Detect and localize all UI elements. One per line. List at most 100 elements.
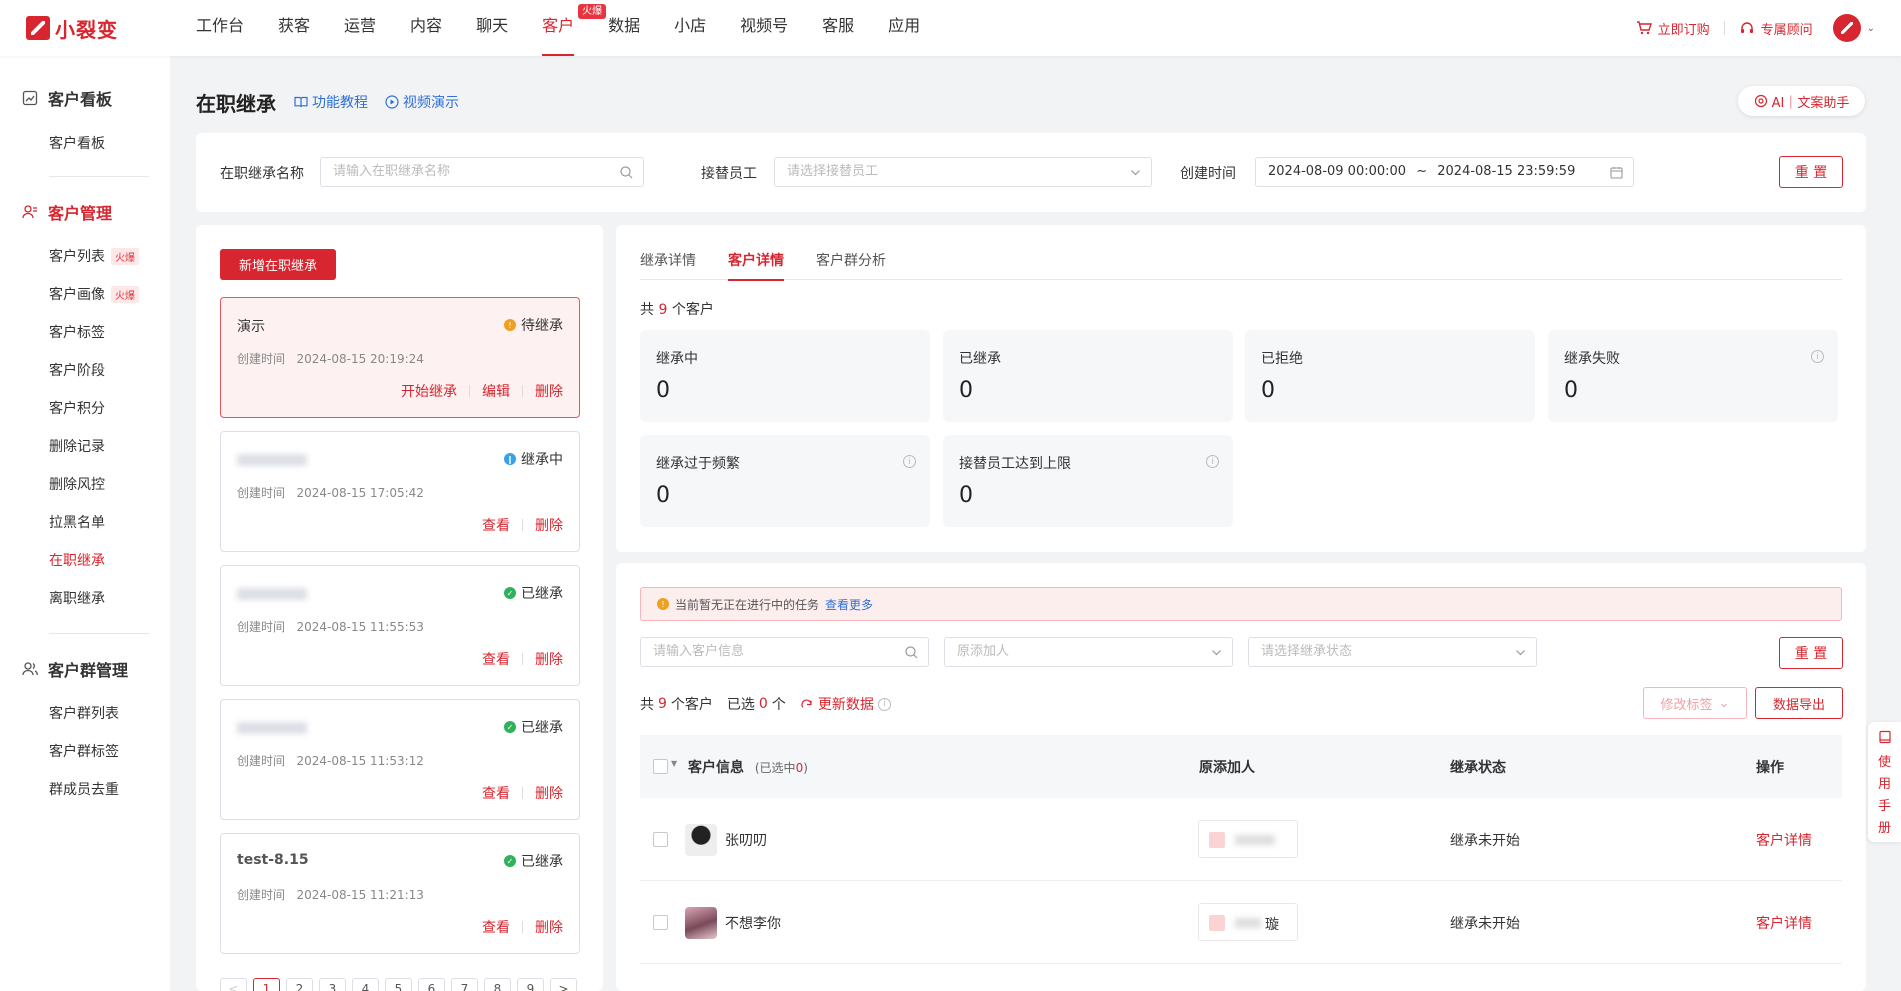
order-link[interactable]: 立即订购 <box>1636 19 1710 38</box>
delete-button[interactable]: 删除 <box>535 917 563 937</box>
page-button[interactable]: 3 <box>319 978 346 991</box>
chevron-down-icon <box>1211 638 1222 669</box>
sidebar-item-delete-records[interactable]: 删除记录 <box>49 436 105 456</box>
sidebar-item-customer-board[interactable]: 客户看板 <box>49 133 105 153</box>
task-card[interactable]: test-8.15 ✓ 已继承 创建时间 2024-08-15 11:21:13… <box>220 833 580 954</box>
nav-item-workbench[interactable]: 工作台 <box>196 0 244 56</box>
tab-customer-detail[interactable]: 客户详情 <box>728 250 784 281</box>
stat-value: 0 <box>656 378 670 403</box>
sidebar-item-customer-tags[interactable]: 客户标签 <box>49 322 105 342</box>
nav-item-data[interactable]: 数据 <box>608 0 640 56</box>
start-inherit-button[interactable]: 开始继承 <box>401 381 457 401</box>
advisor-link[interactable]: 专属顾问 <box>1739 19 1813 38</box>
nav-item-apps[interactable]: 应用 <box>888 0 920 56</box>
nav-item-customer[interactable]: 客户 火爆 <box>542 0 607 56</box>
nav-item-service[interactable]: 客服 <box>822 0 854 56</box>
task-card[interactable]: 演示 ! 待继承 创建时间 2024-08-15 20:19:24 开始继承 编… <box>220 297 580 418</box>
logo[interactable]: 小裂变 <box>26 14 118 42</box>
view-button[interactable]: 查看 <box>482 917 510 937</box>
tab-group-analysis[interactable]: 客户群分析 <box>816 250 886 270</box>
tutorial-link[interactable]: 功能教程 <box>294 92 368 112</box>
time-label: 创建时间 <box>237 888 286 902</box>
delete-button[interactable]: 删除 <box>535 783 563 803</box>
new-inherit-button[interactable]: 新增在职继承 <box>220 249 336 280</box>
edit-button[interactable]: 编辑 <box>482 381 510 401</box>
sidebar-item-group-tags[interactable]: 客户群标签 <box>49 741 119 761</box>
notice-more-link[interactable]: 查看更多 <box>825 596 873 613</box>
info-icon[interactable]: i <box>1811 350 1824 363</box>
nav-item-shop[interactable]: 小店 <box>674 0 706 56</box>
nav-item-operation[interactable]: 运营 <box>344 0 376 56</box>
date-range-picker[interactable]: 2024-08-09 00:00:00 ~ 2024-08-15 23:59:5… <box>1255 157 1634 187</box>
date-separator: ~ <box>1416 164 1428 179</box>
page-button[interactable]: 6 <box>418 978 445 991</box>
export-button[interactable]: 数据导出 <box>1755 687 1843 719</box>
sidebar-group-group-management[interactable]: 客户群管理 <box>22 657 128 681</box>
nav-item-chat[interactable]: 聊天 <box>476 0 508 56</box>
view-button[interactable]: 查看 <box>482 783 510 803</box>
inherit-status-select[interactable]: 请选择继承状态 <box>1248 637 1537 667</box>
info-icon[interactable]: i <box>877 697 891 711</box>
customer-search-input[interactable]: 请输入客户信息 <box>640 637 929 667</box>
chevron-down-icon <box>1515 638 1526 669</box>
refresh-data-button[interactable]: 更新数据 <box>800 694 874 714</box>
nav-item-channels[interactable]: 视频号 <box>740 0 788 56</box>
user-avatar[interactable] <box>1832 14 1861 42</box>
chevron-down-icon[interactable]: ⌄ <box>1867 23 1875 34</box>
page-button[interactable]: 7 <box>451 978 478 991</box>
sidebar-group-customer-management[interactable]: 客户管理 <box>22 200 112 224</box>
nav-item-acquire[interactable]: 获客 <box>278 0 310 56</box>
sidebar-item-group-list[interactable]: 客户群列表 <box>49 703 119 723</box>
ai-assistant-button[interactable]: AI｜文案助手 <box>1738 86 1865 116</box>
view-button[interactable]: 查看 <box>482 649 510 669</box>
tab-inherit-detail[interactable]: 继承详情 <box>640 250 696 270</box>
row-checkbox[interactable] <box>653 915 668 930</box>
time-value: 2024-08-15 17:05:42 <box>296 486 424 500</box>
prev-page-button[interactable]: < <box>220 978 247 991</box>
sidebar-item-customer-portrait[interactable]: 客户画像 火爆 <box>49 284 139 304</box>
delete-button[interactable]: 删除 <box>535 381 563 401</box>
video-link[interactable]: 视频演示 <box>385 92 459 112</box>
page-button[interactable]: 2 <box>286 978 313 991</box>
task-card[interactable]: ✓ 已继承 创建时间 2024-08-15 11:53:12 查看 删除 <box>220 699 580 820</box>
info-icon[interactable]: i <box>1206 455 1219 468</box>
ai-icon <box>1754 94 1767 108</box>
sidebar-item-onjob-inherit[interactable]: 在职继承 <box>49 550 105 570</box>
nav-item-content[interactable]: 内容 <box>410 0 442 56</box>
name-filter-input[interactable]: 请输入在职继承名称 <box>320 157 644 187</box>
modify-tag-button[interactable]: 修改标签 ⌄ <box>1643 687 1747 719</box>
refresh-label: 更新数据 <box>817 697 874 713</box>
sidebar-item-customer-points[interactable]: 客户积分 <box>49 398 105 418</box>
headset-icon <box>1740 22 1753 33</box>
view-button[interactable]: 查看 <box>482 515 510 535</box>
row-checkbox[interactable] <box>653 832 668 847</box>
customer-detail-link[interactable]: 客户详情 <box>1756 830 1812 850</box>
manual-char: 使 <box>1877 755 1891 770</box>
info-icon[interactable]: i <box>903 455 916 468</box>
page-button[interactable]: 1 <box>253 978 280 991</box>
filter-reset-button[interactable]: 重 置 <box>1779 156 1843 188</box>
page-button[interactable]: 9 <box>517 978 544 991</box>
customer-reset-button[interactable]: 重 置 <box>1779 637 1843 669</box>
original-adder-select[interactable]: 原添加人 <box>944 637 1233 667</box>
sidebar-item-delete-risk[interactable]: 删除风控 <box>49 474 105 494</box>
page-button[interactable]: 8 <box>484 978 511 991</box>
delete-button[interactable]: 删除 <box>535 649 563 669</box>
sidebar-item-customer-stage[interactable]: 客户阶段 <box>49 360 105 380</box>
customer-detail-link[interactable]: 客户详情 <box>1756 913 1812 933</box>
page-button[interactable]: 5 <box>385 978 412 991</box>
user-manual-button[interactable]: 使 用 手 册 <box>1868 722 1901 842</box>
page-button[interactable]: 4 <box>352 978 379 991</box>
sidebar-item-resigned-inherit[interactable]: 离职继承 <box>49 588 105 608</box>
sidebar-group-dashboard[interactable]: 客户看板 <box>22 86 112 110</box>
sidebar-item-group-dedup[interactable]: 群成员去重 <box>49 779 119 799</box>
staff-select[interactable]: 请选择接替员工 <box>774 157 1152 187</box>
caret-down-icon[interactable]: ▼ <box>671 759 677 768</box>
delete-button[interactable]: 删除 <box>535 515 563 535</box>
sidebar-item-customer-list[interactable]: 客户列表 火爆 <box>49 246 139 266</box>
sidebar-item-blacklist[interactable]: 拉黑名单 <box>49 512 105 532</box>
task-card[interactable]: ‖ 继承中 创建时间 2024-08-15 17:05:42 查看 删除 <box>220 431 580 552</box>
task-card[interactable]: ✓ 已继承 创建时间 2024-08-15 11:55:53 查看 删除 <box>220 565 580 686</box>
select-all-checkbox[interactable] <box>653 759 668 774</box>
next-page-button[interactable]: > <box>550 978 577 991</box>
